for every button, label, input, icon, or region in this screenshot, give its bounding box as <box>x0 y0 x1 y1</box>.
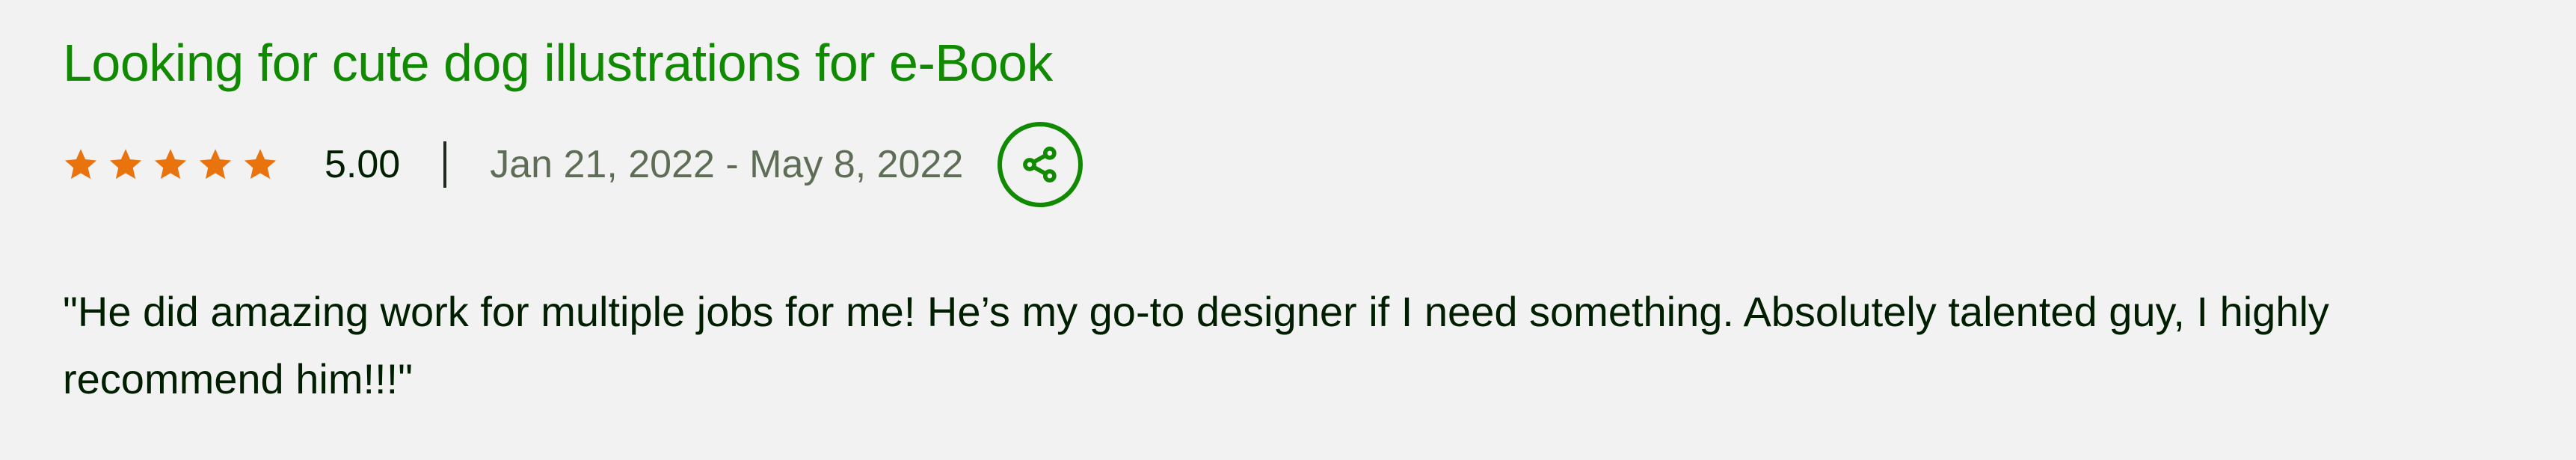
review-card: Looking for cute dog illustrations for e… <box>63 0 2530 460</box>
share-button[interactable] <box>997 122 1083 207</box>
star-icon <box>153 147 188 183</box>
review-date-range: Jan 21, 2022 - May 8, 2022 <box>490 143 964 186</box>
star-icon <box>242 147 278 183</box>
review-quote: "He did amazing work for multiple jobs f… <box>63 288 2329 402</box>
star-rating <box>63 147 278 183</box>
star-icon <box>197 147 233 183</box>
star-icon <box>63 147 99 183</box>
star-icon <box>108 147 144 183</box>
share-icon <box>1019 144 1061 185</box>
rating-score: 5.00 <box>325 143 401 186</box>
review-title[interactable]: Looking for cute dog illustrations for e… <box>63 33 1053 93</box>
review-meta: 5.00 Jan 21, 2022 - May 8, 2022 <box>63 120 1083 209</box>
meta-divider <box>443 141 447 188</box>
